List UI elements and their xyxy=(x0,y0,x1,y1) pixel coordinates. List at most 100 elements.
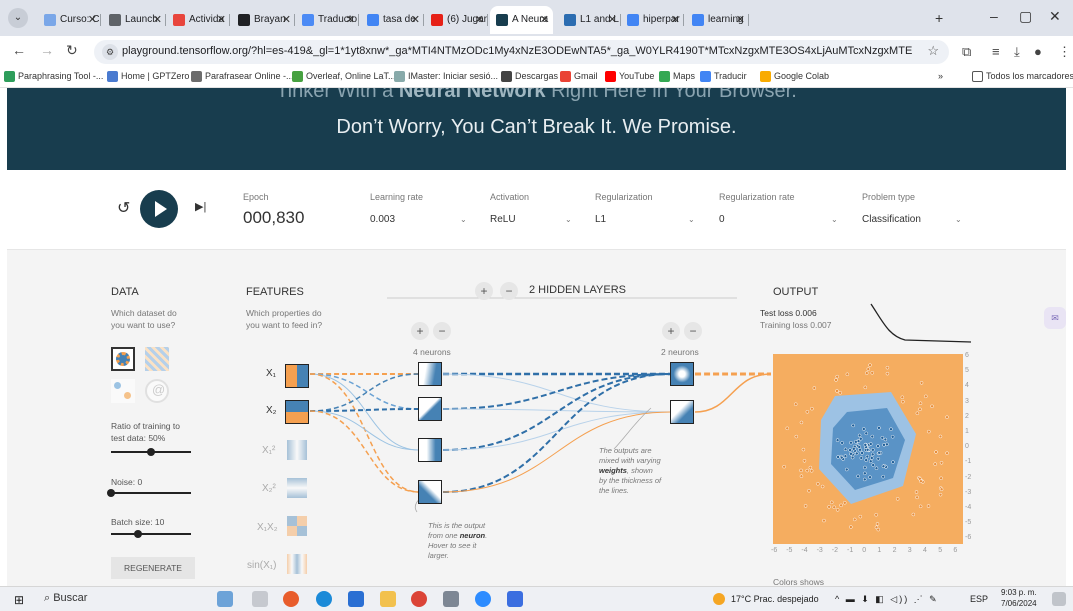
bookmark-item[interactable]: Gmail xyxy=(560,71,598,82)
taskbar-settings-icon[interactable] xyxy=(443,591,459,607)
bookmark-star-icon[interactable]: ☆ xyxy=(927,43,939,59)
tab-close-icon[interactable]: ✕ xyxy=(540,6,549,34)
bookmark-item[interactable]: YouTube xyxy=(605,71,654,82)
ratio-slider-knob[interactable] xyxy=(147,448,155,456)
tab-close-icon[interactable]: ✕ xyxy=(153,6,162,34)
tab-close-icon[interactable]: ✕ xyxy=(475,6,484,34)
neuron-1-2[interactable] xyxy=(418,397,442,421)
taskbar-brave-icon[interactable] xyxy=(283,591,299,607)
tab-close-icon[interactable]: ✕ xyxy=(346,6,355,34)
activation-select[interactable]: Activation ReLU xyxy=(490,192,529,225)
tab-close-icon[interactable]: ✕ xyxy=(608,6,617,34)
problem-type-select[interactable]: Problem type Classification xyxy=(862,192,921,225)
minimize-button[interactable]: – xyxy=(990,8,998,24)
new-tab-button[interactable]: + xyxy=(935,10,943,26)
noise-slider-knob[interactable] xyxy=(107,489,115,497)
learning-rate-select[interactable]: Learning rate 0.003 xyxy=(370,192,423,225)
taskbar-taskview-icon[interactable] xyxy=(252,591,268,607)
clock-date[interactable]: 7/06/2024 xyxy=(1001,599,1037,608)
reading-list-icon[interactable]: ≡ xyxy=(992,44,1000,59)
tab-close-icon[interactable]: ✕ xyxy=(736,6,745,34)
clock-time[interactable]: 9:03 p. m. xyxy=(1001,588,1037,597)
feature-x1x2-toggle[interactable] xyxy=(287,516,307,536)
system-tray-icons[interactable]: ^ ▬ ⬇ ◧ ◁)) ⋰ ✎ xyxy=(835,594,939,605)
tab-close-icon[interactable]: ✕ xyxy=(671,6,680,34)
reload-icon[interactable]: ↻ xyxy=(66,42,78,59)
bookmark-item[interactable]: Home | GPTZero xyxy=(107,71,189,82)
address-bar[interactable]: ⚙ playground.tensorflow.org/?hl=es-419&_… xyxy=(94,40,949,64)
browser-tab[interactable]: tasa de ✕ xyxy=(361,6,424,34)
taskbar-widgets-icon[interactable] xyxy=(217,591,233,607)
tab-search-button[interactable]: ⌄ xyxy=(8,8,28,28)
taskbar-zoom-icon[interactable] xyxy=(475,591,491,607)
play-button[interactable] xyxy=(140,190,178,228)
bookmark-item[interactable]: Paraphrasing Tool -... xyxy=(4,71,103,82)
close-window-button[interactable]: ✕ xyxy=(1049,8,1061,25)
batch-slider-knob[interactable] xyxy=(133,530,142,538)
browser-tab[interactable]: L1 and L ✕ xyxy=(558,6,621,34)
neuron-1-1[interactable] xyxy=(418,362,442,386)
neuron-1-3[interactable] xyxy=(418,438,442,462)
taskbar-search[interactable]: ⌕ Buscar xyxy=(44,592,87,605)
browser-tab[interactable]: Activida ✕ xyxy=(167,6,230,34)
noise-slider[interactable] xyxy=(111,492,191,494)
taskbar-word-icon[interactable] xyxy=(507,591,523,607)
bookmark-item[interactable]: Overleaf, Online LaT... xyxy=(292,71,396,82)
all-bookmarks-folder[interactable]: Todos los marcadores xyxy=(972,71,1073,82)
layer1-remove-neuron-button[interactable]: − xyxy=(433,322,451,340)
browser-tab[interactable]: Traducto ✕ xyxy=(296,6,359,34)
language-indicator[interactable]: ESP xyxy=(970,594,988,604)
browser-tab[interactable]: Launch ✕ xyxy=(103,6,166,34)
maximize-button[interactable]: ▢ xyxy=(1019,8,1032,25)
reset-icon[interactable]: ↺ xyxy=(117,198,130,218)
feature-sin-x1-toggle[interactable] xyxy=(287,554,307,574)
browser-tab[interactable]: Curso: C ✕ xyxy=(38,6,101,34)
feature-x1-squared-toggle[interactable] xyxy=(287,440,307,460)
bookmark-item[interactable]: Google Colab xyxy=(760,71,829,82)
taskbar-mail-icon[interactable] xyxy=(348,591,364,607)
tab-close-icon[interactable]: ✕ xyxy=(88,6,97,34)
bookmark-item[interactable]: Maps xyxy=(659,71,695,82)
tab-close-icon[interactable]: ✕ xyxy=(282,6,291,34)
taskbar-chrome-icon[interactable] xyxy=(411,591,427,607)
add-layer-button[interactable]: + xyxy=(475,282,493,300)
layer1-add-neuron-button[interactable]: + xyxy=(411,322,429,340)
dataset-circle-option[interactable] xyxy=(111,347,135,371)
browser-tab[interactable]: (6) Jugar ✕ xyxy=(425,6,488,34)
forward-arrow-icon[interactable]: → xyxy=(40,42,54,58)
neuron-2-1[interactable] xyxy=(670,362,694,386)
more-menu-icon[interactable]: ⋮ xyxy=(1058,44,1071,60)
side-extension-icon[interactable]: ✉ xyxy=(1044,307,1066,329)
browser-tab[interactable]: A Neura ✕ xyxy=(490,6,553,34)
regularization-select[interactable]: Regularization L1 xyxy=(595,192,653,225)
taskbar-explorer-icon[interactable] xyxy=(380,591,396,607)
batch-slider[interactable] xyxy=(111,533,191,535)
neuron-2-2[interactable] xyxy=(670,400,694,424)
weather-text[interactable]: 17°C Prac. despejado xyxy=(731,594,819,604)
windows-start-icon[interactable]: ⊞ xyxy=(14,593,24,607)
profile-avatar[interactable]: ● xyxy=(1034,44,1042,59)
taskbar-edge-icon[interactable] xyxy=(316,591,332,607)
tab-close-icon[interactable]: ✕ xyxy=(411,6,420,34)
regularization-rate-select[interactable]: Regularization rate 0 xyxy=(719,192,795,225)
dataset-gauss-option[interactable] xyxy=(111,379,135,403)
feature-x2-toggle[interactable] xyxy=(285,400,309,424)
dataset-spiral-option[interactable]: @ xyxy=(145,379,169,403)
browser-tab[interactable]: hiperpar ✕ xyxy=(621,6,684,34)
more-bookmarks-button[interactable]: » xyxy=(938,71,943,81)
regenerate-button[interactable]: REGENERATE xyxy=(111,557,195,579)
layer2-remove-neuron-button[interactable]: − xyxy=(684,322,702,340)
dataset-xor-option[interactable] xyxy=(145,347,169,371)
bookmark-item[interactable]: IMaster: Iniciar sesió... xyxy=(394,71,498,82)
remove-layer-button[interactable]: − xyxy=(500,282,518,300)
browser-tab[interactable]: learning ✕ xyxy=(686,6,749,34)
layer2-add-neuron-button[interactable]: + xyxy=(662,322,680,340)
feature-x1-toggle[interactable] xyxy=(285,364,309,388)
site-info-icon[interactable]: ⚙ xyxy=(102,44,118,60)
extensions-icon[interactable]: ⧉ xyxy=(962,44,971,60)
notifications-icon[interactable] xyxy=(1052,592,1066,606)
step-icon[interactable]: ▶| xyxy=(195,200,206,213)
bookmark-item[interactable]: Descargas xyxy=(501,71,558,82)
feature-x2-squared-toggle[interactable] xyxy=(287,478,307,498)
browser-tab[interactable]: Brayan ✕ xyxy=(232,6,295,34)
